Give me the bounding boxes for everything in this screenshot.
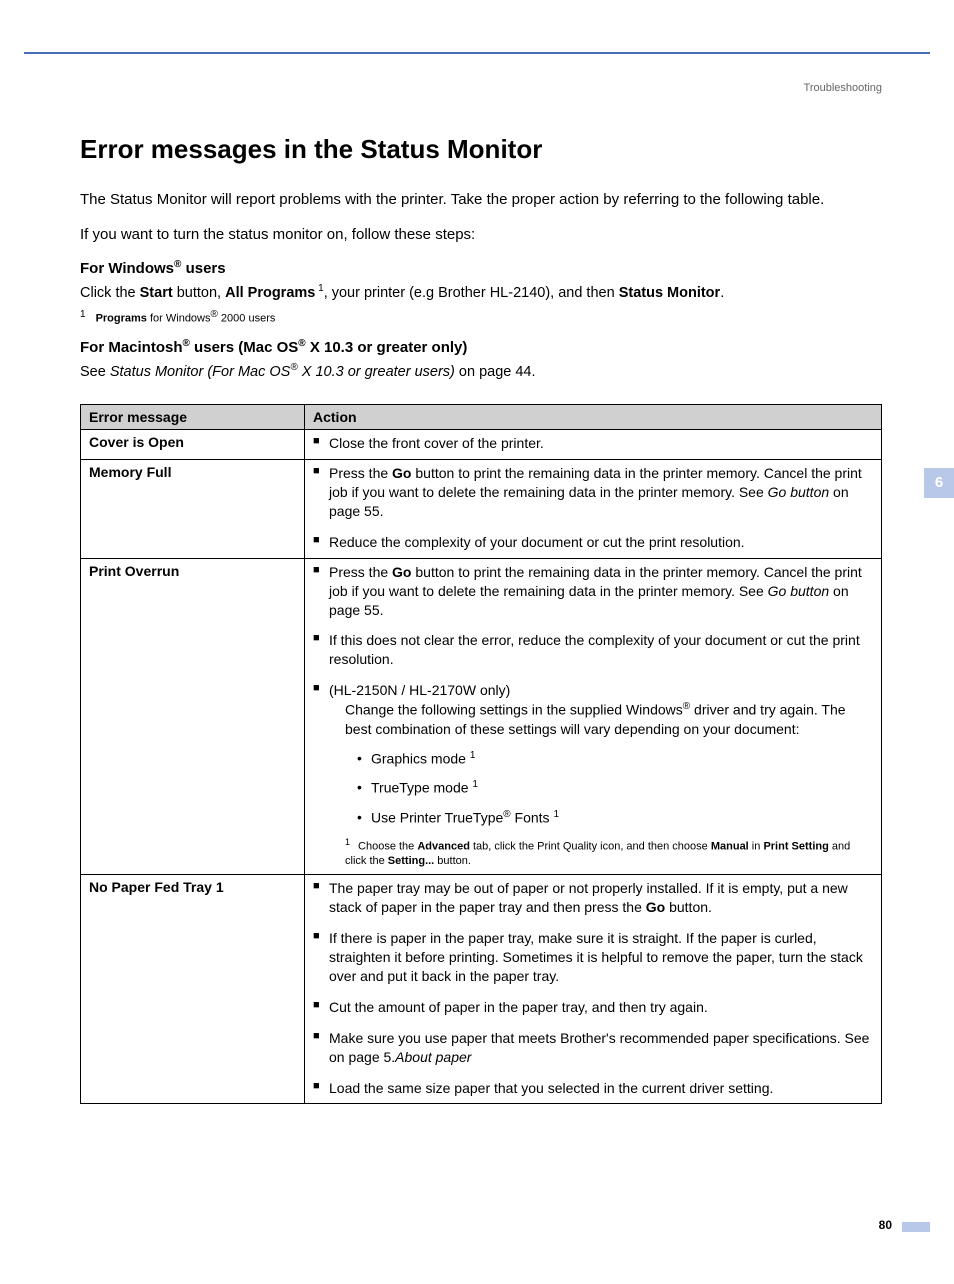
registered-icon: ® xyxy=(298,338,305,349)
action-cell: Press the Go button to print the remaini… xyxy=(305,460,882,559)
mac-heading: For Macintosh® users (Mac OS® X 10.3 or … xyxy=(80,338,882,356)
main-content: Error messages in the Status Monitor The… xyxy=(80,134,882,1104)
action-item: Reduce the complexity of your document o… xyxy=(313,533,873,552)
action-cell: Press the Go button to print the remaini… xyxy=(305,558,882,875)
text: Programs xyxy=(96,312,147,324)
error-name-cell: Cover is Open xyxy=(81,430,305,460)
page-number: 80 xyxy=(879,1218,892,1232)
top-rule xyxy=(24,52,930,54)
windows-heading: For Windows® users xyxy=(80,259,882,277)
all-programs-label: All Programs xyxy=(225,285,315,301)
error-name-cell: Memory Full xyxy=(81,460,305,559)
action-item: Close the front cover of the printer. xyxy=(313,434,873,453)
action-item: The paper tray may be out of paper or no… xyxy=(313,879,873,917)
action-cell: Close the front cover of the printer. xyxy=(305,430,882,460)
action-item: Cut the amount of paper in the paper tra… xyxy=(313,998,873,1017)
error-name-cell: Print Overrun xyxy=(81,558,305,875)
text: 2000 users xyxy=(218,312,275,324)
action-item: (HL-2150N / HL-2170W only)Change the fol… xyxy=(313,681,873,868)
intro-paragraph-1: The Status Monitor will report problems … xyxy=(80,189,882,210)
action-cell: The paper tray may be out of paper or no… xyxy=(305,875,882,1104)
intro-block: The Status Monitor will report problems … xyxy=(80,189,882,245)
text: X 10.3 or greater users) xyxy=(298,364,455,380)
page-title: Error messages in the Status Monitor xyxy=(80,134,882,165)
list-item: TrueType mode 1 xyxy=(357,778,873,798)
sub-paragraph: Change the following settings in the sup… xyxy=(345,700,873,738)
text: users xyxy=(181,260,225,277)
table-row: No Paper Fed Tray 1The paper tray may be… xyxy=(81,875,882,1104)
registered-icon: ® xyxy=(183,338,190,349)
text: See xyxy=(80,364,110,380)
action-item: If there is paper in the paper tray, mak… xyxy=(313,929,873,986)
th-action: Action xyxy=(305,405,882,430)
windows-instruction: Click the Start button, All Programs 1, … xyxy=(80,283,882,301)
action-item: If this does not clear the error, reduce… xyxy=(313,631,873,669)
list-item: Graphics mode 1 xyxy=(357,749,873,769)
error-name-cell: No Paper Fed Tray 1 xyxy=(81,875,305,1104)
page-bar-accent xyxy=(902,1222,930,1232)
error-table: Error message Action Cover is Open Close … xyxy=(80,404,882,1104)
text: , your printer (e.g Brother HL-2140), an… xyxy=(324,285,619,301)
text: button, xyxy=(173,285,225,301)
windows-footnote: 1 Programs for Windows® 2000 users xyxy=(80,309,882,325)
mac-see-line: See Status Monitor (For Mac OS® X 10.3 o… xyxy=(80,362,882,380)
action-item: Make sure you use paper that meets Broth… xyxy=(313,1029,873,1067)
text: users (Mac OS xyxy=(190,339,298,356)
table-row: Memory FullPress the Go button to print … xyxy=(81,460,882,559)
table-row: Print OverrunPress the Go button to prin… xyxy=(81,558,882,875)
status-monitor-label: Status Monitor xyxy=(619,285,721,301)
text: Status Monitor (For Mac OS xyxy=(110,364,291,380)
action-item: Load the same size paper that you select… xyxy=(313,1079,873,1098)
footnote-ref: 1 xyxy=(315,283,323,294)
action-item: Press the Go button to print the remaini… xyxy=(313,563,873,620)
header-breadcrumb: Troubleshooting xyxy=(0,82,882,94)
text: X 10.3 or greater only) xyxy=(306,339,468,356)
table-row: Cover is Open Close the front cover of th… xyxy=(81,430,882,460)
registered-icon: ® xyxy=(211,309,218,320)
text: for Windows xyxy=(147,312,211,324)
text: Click the xyxy=(80,285,140,301)
chapter-tab: 6 xyxy=(924,468,954,498)
text: For Macintosh xyxy=(80,339,183,356)
list-item: Use Printer TrueType® Fonts 1 xyxy=(357,808,873,828)
th-error-message: Error message xyxy=(81,405,305,430)
text: For Windows xyxy=(80,260,174,277)
cell-footnote: 1Choose the Advanced tab, click the Prin… xyxy=(345,837,873,868)
footnote-number: 1 xyxy=(80,309,86,320)
registered-icon: ® xyxy=(290,362,297,373)
text: on page 44. xyxy=(455,364,536,380)
start-label: Start xyxy=(140,285,173,301)
text: . xyxy=(720,285,724,301)
action-item: Press the Go button to print the remaini… xyxy=(313,464,873,521)
intro-paragraph-2: If you want to turn the status monitor o… xyxy=(80,224,882,245)
